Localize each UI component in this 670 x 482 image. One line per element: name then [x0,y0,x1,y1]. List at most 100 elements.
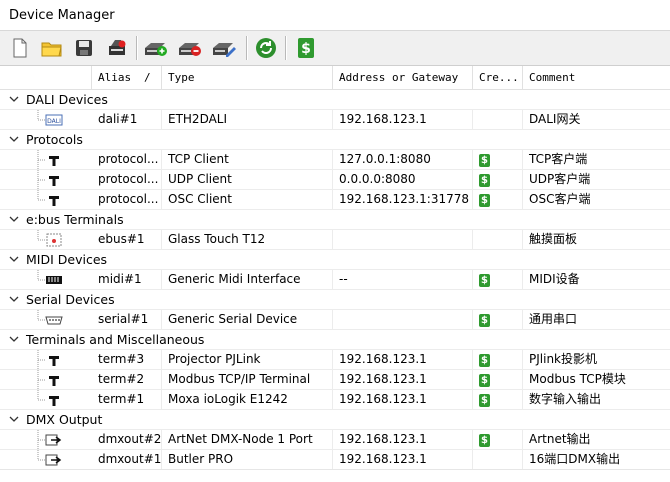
table-row[interactable]: protocol... TCP Client 127.0.0.1:8080 $ … [0,150,670,170]
save-disk-icon[interactable] [71,35,97,61]
header-tree-column[interactable] [0,66,92,89]
alias-cell: protocol... [92,190,162,209]
terminal-icon [44,392,64,407]
header-type[interactable]: Type [162,66,333,89]
comment-cell: Modbus TCP模块 [529,372,626,386]
table-row[interactable]: term#1 Moxa ioLogik E1242 192.168.123.1 … [0,390,670,410]
comment-cell: 16端口DMX输出 [529,452,621,466]
dmx-output-icon [44,452,64,467]
credit-icon[interactable]: $ [293,35,319,61]
address-cell [333,310,473,329]
tree-group[interactable]: Protocols [0,130,670,150]
remove-device-icon[interactable] [177,35,203,61]
serial-icon [44,312,64,327]
chevron-down-icon[interactable] [9,93,19,105]
add-device-icon[interactable] [143,35,169,61]
comment-cell: 数字输入输出 [529,392,602,406]
chevron-down-icon[interactable] [9,253,19,265]
credit-cell: $ [473,430,523,449]
header-address[interactable]: Address or Gateway [333,66,473,89]
table-row[interactable]: protocol... UDP Client 0.0.0.0:8080 $ UD… [0,170,670,190]
comment-cell: 通用串口 [529,312,578,326]
group-title: DALI Devices [26,92,108,107]
credit-cell: $ [473,370,523,389]
alias-cell: term#2 [92,370,162,389]
comment-cell: Artnet输出 [529,432,591,446]
table-row[interactable]: midi#1 Generic Midi Interface -- $ MIDI设… [0,270,670,290]
credit-icon: $ [479,354,490,367]
credit-icon: $ [479,194,490,207]
device-manager-window: Device Manager $ Alias / Type Address or… [0,0,670,482]
table-row[interactable]: dmxout#1 Butler PRO 192.168.123.1 16端口DM… [0,450,670,470]
type-cell: Moxa ioLogik E1242 [162,390,333,409]
alias-cell: midi#1 [92,270,162,289]
tree-group[interactable]: e:bus Terminals [0,210,670,230]
alias-cell: dmxout#1 [92,450,162,469]
window-title: Device Manager [9,8,115,23]
credit-icon: $ [479,314,490,327]
chevron-down-icon[interactable] [9,293,19,305]
chevron-down-icon[interactable] [9,413,19,425]
credit-icon: $ [479,374,490,387]
credit-cell: $ [473,270,523,289]
credit-icon: $ [479,154,490,167]
table-row[interactable]: ebus#1 Glass Touch T12 触摸面板 [0,230,670,250]
column-header: Alias / Type Address or Gateway Cre... C… [0,66,670,90]
chevron-down-icon[interactable] [9,133,19,145]
toolbar-separator [246,36,248,60]
alias-cell: ebus#1 [92,230,162,249]
type-cell: Generic Serial Device [162,310,333,329]
tree-group[interactable]: MIDI Devices [0,250,670,270]
group-title: DMX Output [26,412,103,427]
type-cell: Generic Midi Interface [162,270,333,289]
comment-cell: DALI网关 [529,112,581,126]
device-settings-icon[interactable] [104,35,130,61]
type-cell: Glass Touch T12 [162,230,333,249]
comment-cell: UDP客户端 [529,172,591,186]
header-alias[interactable]: Alias / [92,66,162,89]
type-cell: Projector PJLink [162,350,333,369]
type-cell: ETH2DALI [162,110,333,129]
edit-device-icon[interactable] [211,35,237,61]
open-folder-icon[interactable] [39,35,65,61]
header-alias-label: Alias [98,71,132,84]
header-credit[interactable]: Cre... [473,66,523,89]
table-row[interactable]: dmxout#2 ArtNet DMX-Node 1 Port 192.168.… [0,430,670,450]
dali-icon: DALI [44,112,64,127]
tree-group[interactable]: Serial Devices [0,290,670,310]
address-cell: 192.168.123.1 [333,450,473,469]
table-row[interactable]: term#3 Projector PJLink 192.168.123.1 $ … [0,350,670,370]
midi-icon [44,272,64,287]
table-row[interactable]: DALI dali#1 ETH2DALI 192.168.123.1 DALI网… [0,110,670,130]
table-row[interactable]: protocol... OSC Client 192.168.123.1:317… [0,190,670,210]
credit-cell: $ [473,350,523,369]
chevron-down-icon[interactable] [9,333,19,345]
new-document-icon[interactable] [7,35,33,61]
address-cell: 192.168.123.1 [333,350,473,369]
tree-connector [37,110,46,121]
tree-connector [37,170,46,189]
credit-cell [473,110,523,129]
credit-cell: $ [473,170,523,189]
alias-cell: dali#1 [92,110,162,129]
type-cell: Butler PRO [162,450,333,469]
address-cell: 0.0.0.0:8080 [333,170,473,189]
alias-cell: term#1 [92,390,162,409]
toolbar-separator [136,36,138,60]
address-cell: 192.168.123.1 [333,110,473,129]
table-row[interactable]: term#2 Modbus TCP/IP Terminal 192.168.12… [0,370,670,390]
comment-cell: 触摸面板 [529,232,578,246]
header-comment[interactable]: Comment [523,66,670,89]
comment-cell: MIDI设备 [529,272,580,286]
address-cell: 192.168.123.1 [333,390,473,409]
address-cell: -- [333,270,473,289]
credit-icon: $ [479,434,490,447]
alias-cell: serial#1 [92,310,162,329]
type-cell: TCP Client [162,150,333,169]
tree-group[interactable]: DMX Output [0,410,670,430]
tree-group[interactable]: Terminals and Miscellaneous [0,330,670,350]
refresh-icon[interactable] [253,35,279,61]
table-row[interactable]: serial#1 Generic Serial Device $ 通用串口 [0,310,670,330]
chevron-down-icon[interactable] [9,213,19,225]
tree-group[interactable]: DALI Devices [0,90,670,110]
